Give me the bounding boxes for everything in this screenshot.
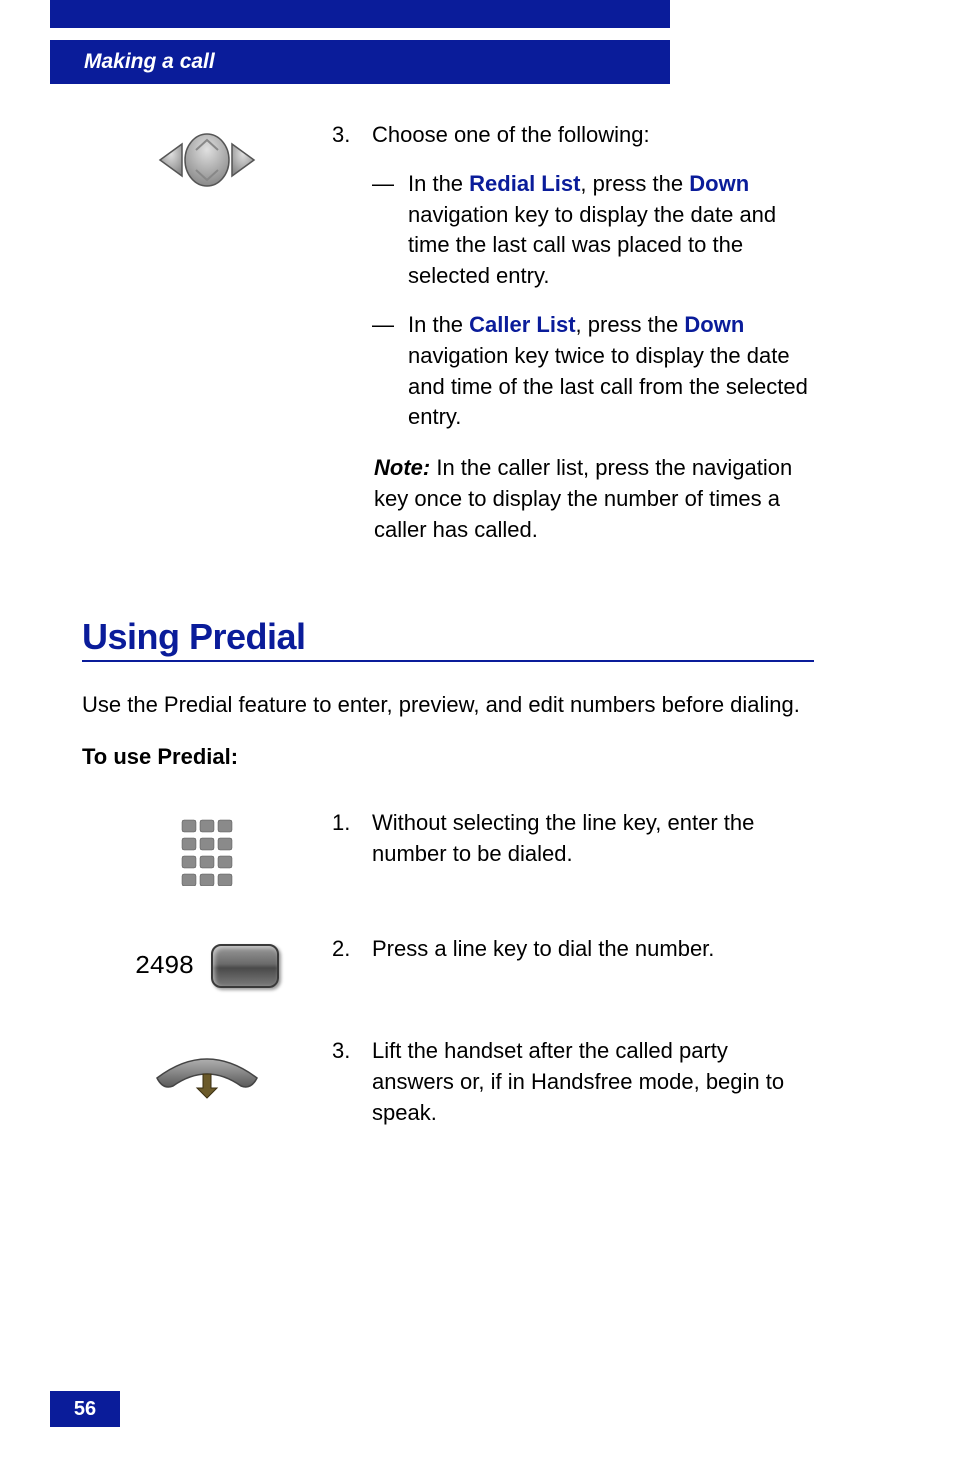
top-accent-band xyxy=(50,0,670,28)
term-caller-list: Caller List xyxy=(469,312,575,337)
term-redial-list: Redial List xyxy=(469,171,580,196)
predial-step-2-row: 2498 2. Press a line key to dial the num… xyxy=(82,934,814,988)
term-down-1: Down xyxy=(689,171,749,196)
predial-step-1-text: 1. Without selecting the line key, enter… xyxy=(332,808,814,870)
predial-step-3-text: 3. Lift the handset after the called par… xyxy=(332,1036,814,1128)
line-key-number: 2498 xyxy=(135,951,193,981)
keypad-icon xyxy=(180,818,234,886)
line-key-icon: 2498 xyxy=(135,944,279,988)
page-header-title: Making a call xyxy=(84,50,215,74)
predial-step-3-number: 3. xyxy=(332,1036,372,1067)
nav-key-icon-col xyxy=(82,120,332,190)
step-3-row: 3. Choose one of the following: — In the… xyxy=(82,120,814,546)
step-3-note: Note: In the caller list, press the navi… xyxy=(372,453,814,545)
term-down-2: Down xyxy=(684,312,744,337)
note-text: In the caller list, press the navigation… xyxy=(374,455,792,542)
step-3-subitem-1: — In the Redial List, press the Down nav… xyxy=(372,169,814,292)
predial-step-2-number: 2. xyxy=(332,934,372,965)
linekey-icon-col: 2498 xyxy=(82,934,332,988)
predial-step-3-row: 3. Lift the handset after the called par… xyxy=(82,1036,814,1128)
page-content: 3. Choose one of the following: — In the… xyxy=(82,120,814,1157)
section-intro: Use the Predial feature to enter, previe… xyxy=(82,690,814,721)
subitem-1-text: In the Redial List, press the Down navig… xyxy=(408,169,814,292)
step-3-number: 3. xyxy=(332,120,372,151)
navigation-key-icon xyxy=(142,130,272,190)
predial-step-1-body: Without selecting the line key, enter th… xyxy=(372,808,814,870)
step-3-subitem-2: — In the Caller List, press the Down nav… xyxy=(372,310,814,433)
page-number-value: 56 xyxy=(74,1398,96,1421)
keypad-icon-col xyxy=(82,808,332,886)
page-header: Making a call xyxy=(50,40,670,84)
line-key-button-icon xyxy=(211,944,279,988)
predial-step-2-text: 2. Press a line key to dial the number. xyxy=(332,934,814,965)
step-3-lead: Choose one of the following: xyxy=(372,122,650,147)
step-3-text: 3. Choose one of the following: — In the… xyxy=(332,120,814,546)
predial-step-1-number: 1. xyxy=(332,808,372,839)
dash-icon: — xyxy=(372,169,408,200)
predial-step-2-body: Press a line key to dial the number. xyxy=(372,934,814,965)
section-title-rule xyxy=(82,660,814,662)
lift-handset-icon xyxy=(147,1046,267,1106)
section-sub-heading: To use Predial: xyxy=(82,744,814,770)
step-3-body: Choose one of the following: — In the Re… xyxy=(372,120,814,546)
page-number: 56 xyxy=(50,1391,120,1427)
predial-step-3-body: Lift the handset after the called party … xyxy=(372,1036,814,1128)
dash-icon: — xyxy=(372,310,408,341)
section-title: Using Predial xyxy=(82,616,814,658)
handset-icon-col xyxy=(82,1036,332,1106)
subitem-2-text: In the Caller List, press the Down navig… xyxy=(408,310,814,433)
predial-step-1-row: 1. Without selecting the line key, enter… xyxy=(82,808,814,886)
note-label: Note: xyxy=(374,455,430,480)
